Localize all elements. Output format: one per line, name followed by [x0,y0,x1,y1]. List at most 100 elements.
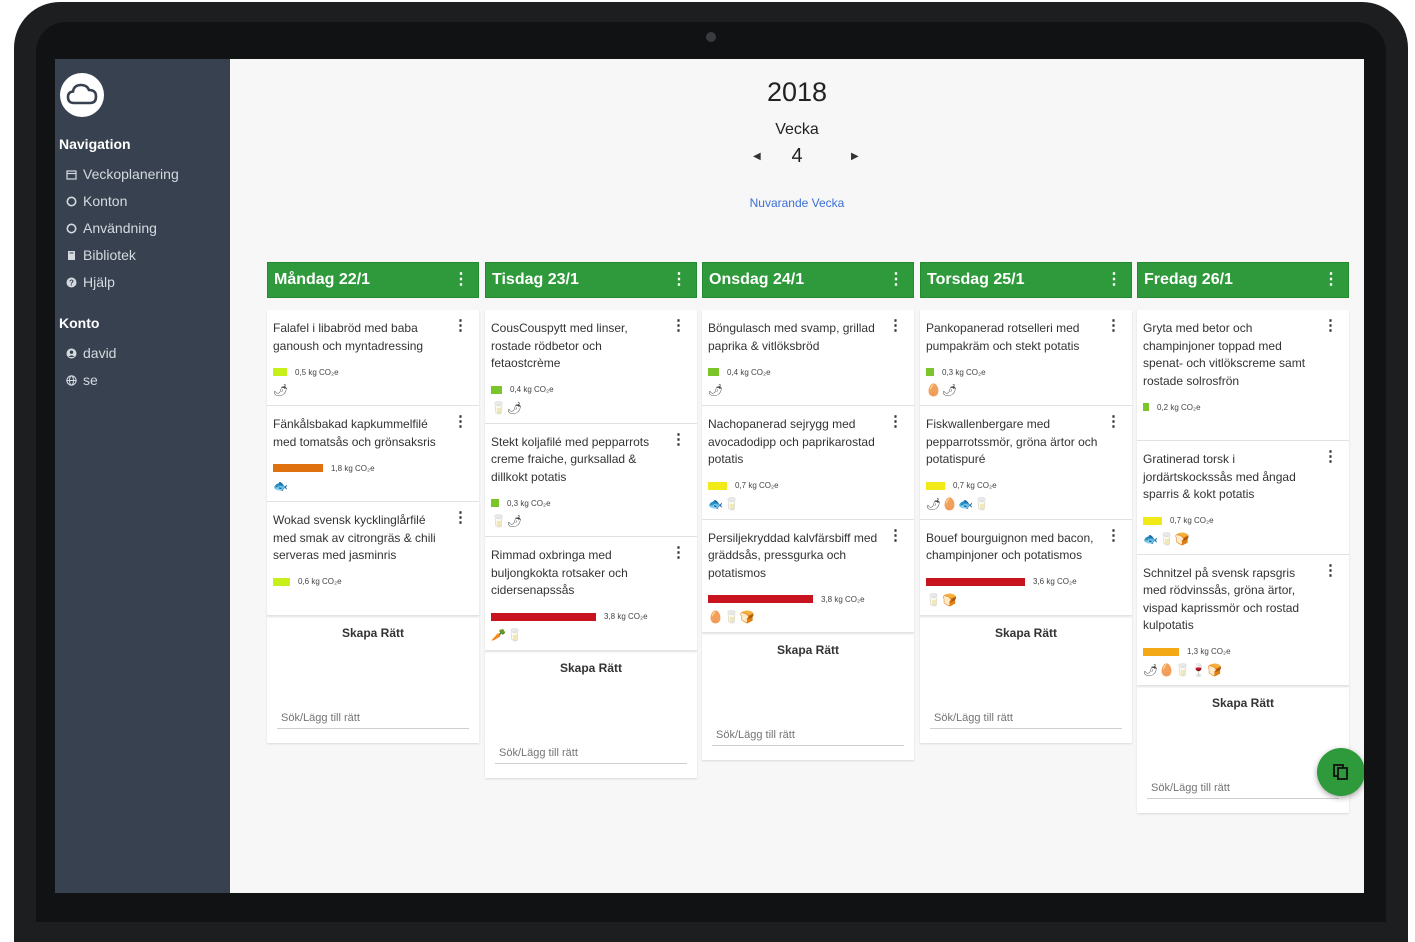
sidebar-item-bibliotek[interactable]: Bibliotek [65,247,136,263]
co2-bar [1143,403,1149,411]
co2-indicator: 1,8 kg CO₂e [273,463,449,473]
copy-icon [1333,764,1348,780]
dish-card[interactable]: Rimmad oxbringa med buljongkokta rotsake… [485,537,697,651]
day-column: Fredag 26/1 ⋮ Gryta med betor och champinj… [1137,262,1349,813]
globe-icon [65,374,77,386]
day-column: Tisdag 23/1 ⋮ CousCouspytt med linser, ros… [485,262,697,800]
allergen-icons: 🥕🥛 [491,627,523,642]
sidebar-item-konton[interactable]: Konton [65,193,127,209]
dish-name: Persiljekryddad kalvfärsbiff med gräddså… [708,530,878,580]
dish-card[interactable]: Pankopanerad rotselleri med pumpakräm oc… [920,310,1132,406]
sidebar-item-hjalp[interactable]: ? Hjälp [65,274,115,290]
dish-search-input[interactable] [712,725,904,746]
co2-indicator: 3,8 kg CO₂e [491,612,667,622]
dish-card[interactable]: Gratinerad torsk i jordärtskockssås med … [1137,441,1349,555]
sidebar: Navigation Veckoplanering Konton Användn… [55,59,230,893]
dish-menu-icon[interactable]: ⋮ [450,318,471,333]
co2-value: 0,7 kg CO₂e [953,481,997,490]
day-menu-icon[interactable]: ⋮ [1103,272,1125,288]
dish-card[interactable]: Wokad svensk kycklinglårfilé med smak av… [267,502,479,616]
dish-card[interactable]: Gryta med betor och champinjoner toppad … [1137,310,1349,441]
co2-value: 0,4 kg CO₂e [727,367,771,377]
co2-value: 3,8 kg CO₂e [821,594,865,604]
dish-name: Stekt koljafilé med pepparrots creme fra… [491,434,650,484]
week-label: Vecka [775,121,819,138]
day-header: Tisdag 23/1 ⋮ [485,262,697,298]
co2-value: 0,4 kg CO₂e [510,385,554,394]
day-menu-icon[interactable]: ⋮ [450,272,472,288]
sidebar-item-veckoplanering[interactable]: Veckoplanering [65,166,179,182]
day-menu-icon[interactable]: ⋮ [1320,272,1342,288]
dish-search-input[interactable] [277,707,469,729]
create-dish-panel: Skapa Rätt [267,615,479,743]
next-week-arrow-icon[interactable]: ▶ [851,151,859,162]
co2-bar [926,577,1025,586]
dish-menu-icon[interactable]: ⋮ [1320,563,1341,578]
current-week-link[interactable]: Nuvarande Vecka [230,196,1364,210]
co2-indicator: 0,7 kg CO₂e [926,481,1102,491]
day-column: Måndag 22/1 ⋮ Falafel i libabröd med baba … [267,262,479,800]
day-header: Fredag 26/1 ⋮ [1137,262,1349,298]
dish-card[interactable]: CousCouspytt med linser, rostade rödbeto… [485,310,697,424]
day-column: Onsdag 24/1 ⋮ Böngulasch med svamp, grilla… [702,262,914,800]
day-title: Tisdag 23/1 [492,271,579,288]
create-dish-button[interactable]: Skapa Rätt [930,626,1122,640]
dish-search-input[interactable] [1147,777,1339,799]
dish-card[interactable]: Bouef bourguignon med bacon, champinjone… [920,519,1132,616]
co2-indicator: 0,3 kg CO₂e [926,367,1102,377]
create-dish-button[interactable]: Skapa Rätt [495,661,687,675]
co2-bar [273,577,290,586]
cloud-logo-icon[interactable] [60,73,104,117]
dish-name: Böngulasch med svamp, grillad paprika & … [708,321,875,353]
dish-card[interactable]: Persiljekryddad kalvfärsbiff med gräddså… [702,519,914,633]
dish-card[interactable]: Böngulasch med svamp, grillad paprika & … [702,310,914,406]
dish-menu-icon[interactable]: ⋮ [885,414,906,429]
dish-search-input[interactable] [930,707,1122,729]
dish-menu-icon[interactable]: ⋮ [1103,528,1124,543]
create-dish-button[interactable]: Skapa Rätt [712,643,904,657]
co2-bar [926,368,934,376]
dish-card[interactable]: Falafel i libabröd med baba ganoush och … [267,310,479,406]
co2-value: 0,3 kg CO₂e [507,498,551,508]
dish-card[interactable]: Fänkålsbakad kapkummelfilé med tomatsås … [267,406,479,502]
dish-card[interactable]: Nachopanerad sejrygg med avocadodipp och… [702,406,914,520]
dish-menu-icon[interactable]: ⋮ [450,414,471,429]
dish-name: Falafel i libabröd med baba ganoush och … [273,321,424,353]
dish-card[interactable]: Fiskwallenbergare med pepparrotssmör, gr… [920,406,1132,520]
copy-fab-button[interactable] [1317,748,1364,796]
dish-name: Bouef bourguignon med bacon, champinjone… [926,530,1094,563]
dish-menu-icon[interactable]: ⋮ [1103,414,1124,429]
sidebar-item-user[interactable]: david [65,345,116,361]
dish-menu-icon[interactable]: ⋮ [668,432,689,447]
dish-menu-icon[interactable]: ⋮ [450,510,471,525]
sidebar-item-anvandning[interactable]: Användning [65,220,157,236]
dish-menu-icon[interactable]: ⋮ [1103,318,1124,333]
co2-bar [273,368,287,376]
dish-menu-icon[interactable]: ⋮ [885,318,906,333]
co2-bar [491,612,596,621]
dish-menu-icon[interactable]: ⋮ [885,528,906,543]
co2-indicator: 0,3 kg CO₂e [491,498,667,508]
dish-card[interactable]: Schnitzel på svensk rapsgris med rödvins… [1137,554,1349,686]
day-header: Onsdag 24/1 ⋮ [702,262,914,298]
dish-name: Fänkålsbakad kapkummelfilé med tomatsås … [273,417,436,449]
create-dish-button[interactable]: Skapa Rätt [277,626,469,640]
main-content: 2018 Vecka ◀ 4 ▶ Nuvarande Vecka Måndag … [230,59,1364,893]
dish-menu-icon[interactable]: ⋮ [668,318,689,333]
dish-card[interactable]: Stekt koljafilé med pepparrots creme fra… [485,423,697,537]
dish-menu-icon[interactable]: ⋮ [668,545,689,560]
sidebar-item-label: Veckoplanering [83,166,179,182]
day-menu-icon[interactable]: ⋮ [885,272,907,288]
dish-search-input[interactable] [495,742,687,764]
sidebar-item-language[interactable]: se [65,372,98,388]
sidebar-item-label: se [83,372,98,388]
create-dish-panel: Skapa Rätt [702,633,914,760]
day-menu-icon[interactable]: ⋮ [668,272,690,288]
dish-name: CousCouspytt med linser, rostade rödbeto… [491,321,628,370]
sidebar-item-label: Konton [83,193,128,209]
co2-indicator: 0,4 kg CO₂e [491,385,667,395]
create-dish-button[interactable]: Skapa Rätt [1147,696,1339,710]
dish-menu-icon[interactable]: ⋮ [1320,449,1341,464]
dish-menu-icon[interactable]: ⋮ [1320,318,1341,333]
day-column: Torsdag 25/1 ⋮ Pankopanerad rotselleri med… [920,262,1132,800]
